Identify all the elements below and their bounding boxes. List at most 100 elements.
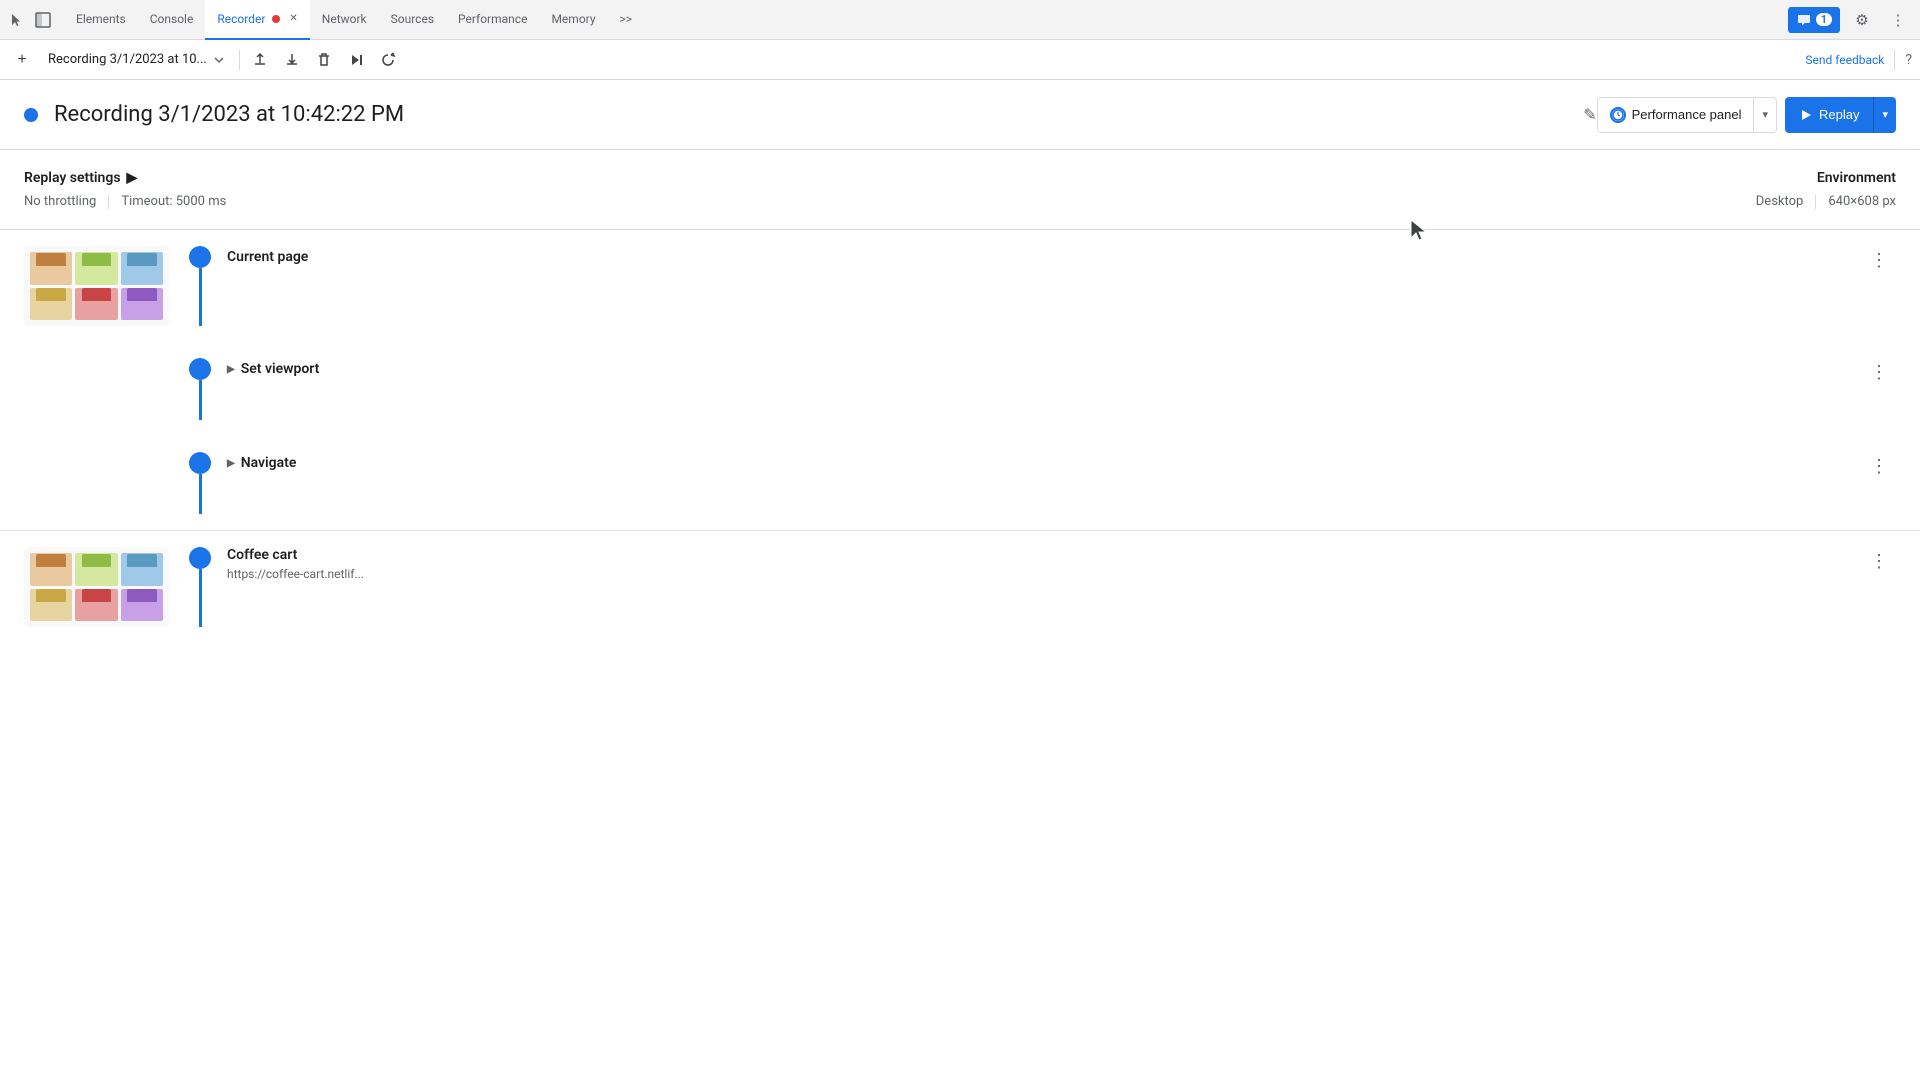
tab-memory[interactable]: Memory — [539, 0, 607, 40]
throttling-value: No throttling — [24, 194, 96, 209]
settings-right: Environment Desktop 640×608 px — [1756, 170, 1896, 209]
recorder-toolbar: + Recording 3/1/2023 at 10... — [0, 40, 1920, 80]
export-button[interactable] — [246, 46, 274, 74]
chat-icon — [1796, 12, 1812, 28]
step-more-set-viewport[interactable]: ⋮ — [1862, 358, 1896, 387]
step-label-coffee-cart: Coffee cart — [227, 547, 1862, 563]
step-content-navigate: ▶ Navigate — [227, 452, 1862, 474]
recording-title: Recording 3/1/2023 at 10:42:22 PM — [54, 102, 1571, 127]
step-content-set-viewport: ▶ Set viewport — [227, 358, 1862, 380]
dock-icon[interactable] — [34, 11, 52, 29]
perf-panel-dropdown-button[interactable]: ▾ — [1754, 97, 1777, 133]
replay-button[interactable]: Replay — [1785, 97, 1873, 133]
step-expand-icon: ▶ — [227, 364, 235, 375]
step-more-navigate[interactable]: ⋮ — [1862, 452, 1896, 481]
help-icon[interactable]: ? — [1905, 52, 1912, 68]
thumb-item-3 — [121, 252, 163, 285]
settings-section: Replay settings ▶ No throttling Timeout:… — [0, 150, 1920, 230]
replay-button-container: Replay ▾ — [1785, 97, 1896, 133]
play-icon — [1799, 108, 1813, 122]
play-step-icon — [348, 52, 364, 68]
step-timeline-navigate — [189, 452, 211, 514]
step-more-coffee-cart[interactable]: ⋮ — [1862, 547, 1896, 576]
thumb-item-c2 — [75, 553, 117, 586]
thumb-item-c3 — [121, 553, 163, 586]
toolbar-right: Send feedback ? — [1805, 50, 1912, 70]
timeline-line-2 — [199, 380, 202, 420]
environment-details: Desktop 640×608 px — [1756, 194, 1896, 209]
step-label-set-viewport[interactable]: ▶ Set viewport — [227, 361, 1862, 377]
timeline-dot-3 — [189, 452, 211, 474]
tab-elements[interactable]: Elements — [64, 0, 138, 40]
timeline-dot-2 — [189, 358, 211, 380]
step-label-navigate[interactable]: ▶ Navigate — [227, 455, 1862, 471]
send-feedback-link[interactable]: Send feedback — [1805, 53, 1884, 67]
tab-performance[interactable]: Performance — [446, 0, 539, 40]
slow-replay-button[interactable] — [374, 46, 402, 74]
upload-icon — [252, 52, 268, 68]
step-current-page: Current page ⋮ — [0, 230, 1920, 342]
step-label-current-page: Current page — [227, 249, 1862, 265]
recording-status-dot — [24, 108, 38, 122]
env-detail-separator — [1815, 195, 1816, 209]
steps-container: Current page ⋮ ▶ S — [0, 230, 1920, 1080]
step-expand-icon-2: ▶ — [227, 458, 235, 469]
recording-active-icon — [271, 14, 281, 24]
timeline-line-3 — [199, 474, 202, 514]
replay-settings-title[interactable]: Replay settings ▶ — [24, 170, 1756, 186]
thumb-item-6 — [121, 288, 163, 321]
performance-panel-button[interactable]: Performance panel — [1597, 97, 1755, 133]
toolbar-separator-1 — [239, 50, 240, 70]
tab-bar: Elements Console Recorder ✕ Network Sour… — [0, 0, 1920, 40]
thumb-item-c5 — [75, 589, 117, 622]
tab-console[interactable]: Console — [138, 0, 206, 40]
cursor-icon[interactable] — [8, 11, 26, 29]
timeline-dot — [189, 246, 211, 268]
step-group-page1: Current page ⋮ ▶ S — [0, 230, 1920, 530]
thumb-item-5 — [75, 288, 117, 321]
recording-selector[interactable]: Recording 3/1/2023 at 10... — [40, 48, 233, 71]
delete-icon — [316, 52, 332, 68]
thumb-item-4 — [30, 288, 72, 321]
perf-panel-container: Performance panel ▾ — [1597, 97, 1777, 133]
device-value: Desktop — [1756, 194, 1804, 209]
devtools-icons — [8, 11, 52, 29]
chat-badge-button[interactable]: 1 — [1788, 7, 1840, 33]
add-recording-button[interactable]: + — [8, 46, 36, 74]
step-more-current-page[interactable]: ⋮ — [1862, 246, 1896, 275]
import-button[interactable] — [278, 46, 306, 74]
step-group-coffee-cart: Coffee cart https://coffee-cart.netlif..… — [0, 531, 1920, 643]
settings-detail-separator — [108, 195, 109, 209]
edit-title-icon[interactable]: ✎ — [1583, 105, 1596, 124]
resolution-value: 640×608 px — [1828, 194, 1896, 209]
timeline-line — [199, 268, 202, 326]
download-icon — [284, 52, 300, 68]
tab-network[interactable]: Network — [310, 0, 379, 40]
more-options-icon[interactable]: ⋮ — [1884, 6, 1912, 34]
thumb-item-c6 — [121, 589, 163, 622]
thumb-item-2 — [75, 252, 117, 285]
step-set-viewport: ▶ Set viewport ⋮ — [0, 342, 1920, 436]
settings-icon[interactable]: ⚙ — [1848, 6, 1876, 34]
tab-recorder[interactable]: Recorder ✕ — [205, 0, 309, 40]
tab-close-icon[interactable]: ✕ — [289, 13, 297, 24]
thumb-item-1 — [30, 252, 72, 285]
tab-sources[interactable]: Sources — [379, 0, 446, 40]
dropdown-arrow-icon — [213, 54, 225, 66]
delete-recording-button[interactable] — [310, 46, 338, 74]
step-timeline-set-viewport — [189, 358, 211, 420]
toolbar-separator-2 — [1894, 50, 1895, 70]
step-content-current-page: Current page — [227, 246, 1862, 268]
step-coffee-cart: Coffee cart https://coffee-cart.netlif..… — [0, 531, 1920, 643]
main-content: Recording 3/1/2023 at 10:42:22 PM ✎ Perf… — [0, 80, 1920, 1080]
replay-dropdown-button[interactable]: ▾ — [1873, 97, 1896, 133]
thumb-item-c1 — [30, 553, 72, 586]
play-step-button[interactable] — [342, 46, 370, 74]
recording-header-actions: Performance panel ▾ Replay ▾ — [1597, 97, 1896, 133]
step-thumbnail-coffee-cart — [24, 547, 169, 627]
thumbnail-content — [24, 246, 169, 326]
environment-title: Environment — [1817, 170, 1896, 186]
settings-details: No throttling Timeout: 5000 ms — [24, 194, 1756, 209]
tab-more[interactable]: >> — [608, 0, 645, 40]
thumb-item-c4 — [30, 589, 72, 622]
